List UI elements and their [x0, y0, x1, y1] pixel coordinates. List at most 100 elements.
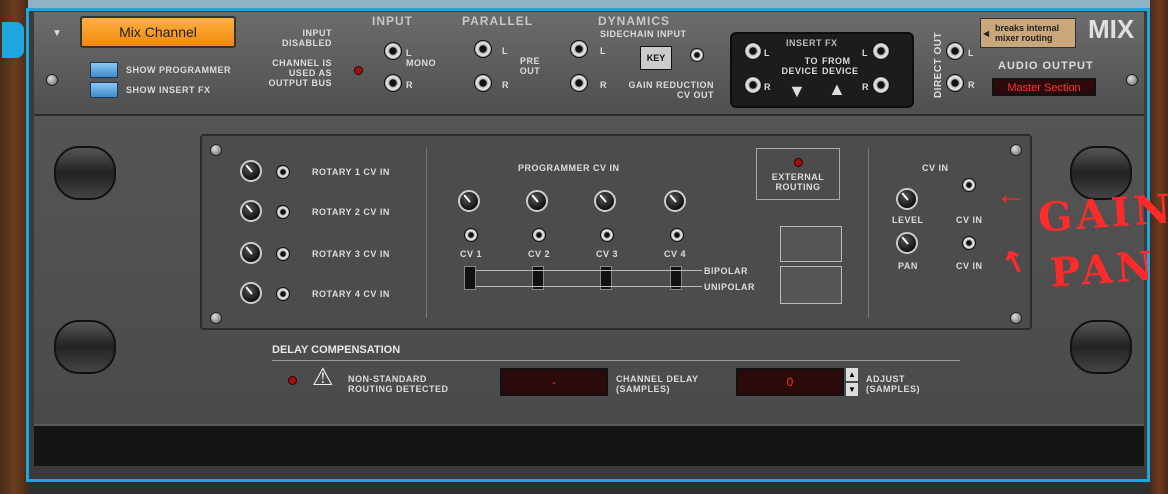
- sidechain-r-jack[interactable]: [570, 74, 588, 92]
- warning-icon: ⚠: [312, 364, 334, 391]
- pan-label: PAN: [898, 261, 918, 271]
- unipolar-graph-icon: [780, 266, 842, 304]
- left-arrow-icon: ◀: [983, 29, 990, 38]
- audio-output-label: AUDIO OUTPUT: [998, 60, 1094, 72]
- rotary-2-cv-jack[interactable]: [276, 205, 290, 219]
- input-disabled-led: [354, 66, 363, 75]
- delay-compensation-title: DELAY COMPENSATION: [272, 344, 401, 356]
- cv2-label: CV 2: [528, 249, 551, 259]
- insert-to-r-jack[interactable]: [744, 76, 762, 94]
- rotary-3-label: ROTARY 3 CV IN: [312, 249, 390, 259]
- output-bus-note: CHANNEL IS USED AS OUTPUT BUS: [268, 58, 332, 88]
- cv3-knob[interactable]: [594, 190, 616, 212]
- annotation-pan: PAN: [1048, 242, 1159, 297]
- rotary-3-cv-jack[interactable]: [276, 247, 290, 261]
- pre-out-label: PRE OUT: [519, 56, 541, 76]
- rotary-1-knob[interactable]: [240, 160, 262, 182]
- adjust-samples-display[interactable]: 0: [736, 368, 844, 396]
- parallel-r-jack[interactable]: [474, 74, 492, 92]
- direct-out-l-jack[interactable]: [946, 42, 964, 60]
- cv4-label: CV 4: [664, 249, 687, 259]
- screw-icon: [1010, 312, 1022, 324]
- cv3-jack[interactable]: [600, 228, 614, 242]
- bipolar-line: [476, 270, 702, 271]
- sidechain-l-jack[interactable]: [570, 40, 588, 58]
- mix-title: MIX: [1088, 14, 1135, 44]
- adjust-up-button[interactable]: ▲: [846, 368, 858, 381]
- direct-out-r-label: R: [968, 80, 975, 90]
- external-routing-led: [794, 158, 803, 167]
- cv2-jack[interactable]: [532, 228, 546, 242]
- rack-fold-tab[interactable]: [2, 22, 24, 58]
- direct-out-r-jack[interactable]: [946, 74, 964, 92]
- level-label: LEVEL: [892, 215, 924, 225]
- cv1-jack[interactable]: [464, 228, 478, 242]
- parallel-l-jack[interactable]: [474, 40, 492, 58]
- rack-bottom-strip: [34, 424, 1144, 466]
- cv1-polarity-switch[interactable]: [464, 266, 476, 290]
- sidechain-input-label: SIDECHAIN INPUT: [600, 29, 687, 39]
- rotary-2-knob[interactable]: [240, 200, 262, 222]
- show-programmer-button[interactable]: [90, 62, 118, 78]
- level-cv-label: CV IN: [956, 215, 983, 225]
- screw-icon: [210, 144, 222, 156]
- rotary-3-knob[interactable]: [240, 242, 262, 264]
- insert-from-l-jack[interactable]: [872, 42, 890, 60]
- down-arrow-icon: ▼: [788, 81, 806, 101]
- level-cv-jack[interactable]: [962, 178, 976, 192]
- pan-cv-jack[interactable]: [962, 236, 976, 250]
- unipolar-label: UNIPOLAR: [704, 282, 755, 292]
- cv1-knob[interactable]: [458, 190, 480, 212]
- annotation-arrow-gain-icon: ←: [996, 178, 1026, 211]
- breaks-routing-badge: breaks internal mixer routing: [980, 18, 1076, 48]
- rack-wood-left: [0, 0, 28, 494]
- up-arrow-icon: ▲: [828, 79, 846, 99]
- adjust-down-button[interactable]: ▼: [846, 383, 858, 396]
- direct-out-label: DIRECT OUT: [933, 31, 945, 99]
- gain-reduction-cv-jack[interactable]: [690, 48, 704, 62]
- to-device-label: TO DEVICE: [781, 56, 818, 76]
- input-r-jack[interactable]: [384, 74, 402, 92]
- insert-from-r-jack[interactable]: [872, 76, 890, 94]
- divider: [868, 148, 869, 318]
- parallel-r-label: R: [502, 80, 509, 90]
- cv3-label: CV 3: [596, 249, 619, 259]
- channel-delay-label: CHANNEL DELAY (SAMPLES): [616, 374, 699, 394]
- annotation-gain: GAIN: [1036, 185, 1168, 242]
- rotary-1-cv-jack[interactable]: [276, 165, 290, 179]
- show-programmer-label: SHOW PROGRAMMER: [126, 65, 231, 75]
- cv4-jack[interactable]: [670, 228, 684, 242]
- device-name-label[interactable]: Mix Channel: [80, 16, 236, 48]
- rotary-2-label: ROTARY 2 CV IN: [312, 207, 390, 217]
- audio-output-display[interactable]: Master Section: [992, 78, 1096, 96]
- pan-knob[interactable]: [896, 232, 918, 254]
- rotary-4-cv-jack[interactable]: [276, 287, 290, 301]
- level-knob[interactable]: [896, 188, 918, 210]
- sidechain-l-label: L: [600, 46, 606, 56]
- rack-handle-left-bottom: [54, 320, 116, 374]
- cv-in-header: CV IN: [922, 163, 949, 173]
- insert-to-l-jack[interactable]: [744, 42, 762, 60]
- nonstandard-routing-label: NON-STANDARD ROUTING DETECTED: [348, 374, 449, 394]
- key-button[interactable]: KEY: [640, 46, 672, 70]
- cv2-knob[interactable]: [526, 190, 548, 212]
- unipolar-line: [476, 286, 702, 287]
- direct-out-l-label: L: [968, 48, 974, 58]
- cv4-knob[interactable]: [664, 190, 686, 212]
- insert-to-r-label: R: [764, 82, 771, 92]
- input-r-label: R: [406, 80, 413, 90]
- screw-icon: [1010, 144, 1022, 156]
- pan-cv-label: CV IN: [956, 261, 983, 271]
- bipolar-graph-icon: [780, 226, 842, 262]
- input-mono-label: MONO: [406, 58, 436, 68]
- divider: [426, 148, 427, 318]
- input-l-jack[interactable]: [384, 42, 402, 60]
- insert-from-r-label: R: [862, 82, 869, 92]
- fold-arrow-icon[interactable]: ▼: [52, 28, 62, 39]
- show-insert-fx-button[interactable]: [90, 82, 118, 98]
- rotary-4-knob[interactable]: [240, 282, 262, 304]
- input-disabled-label: INPUT DISABLED: [282, 28, 333, 48]
- parallel-section-title: PARALLEL: [462, 14, 534, 28]
- input-section-title: INPUT: [372, 14, 413, 28]
- screw-icon: [1126, 74, 1138, 86]
